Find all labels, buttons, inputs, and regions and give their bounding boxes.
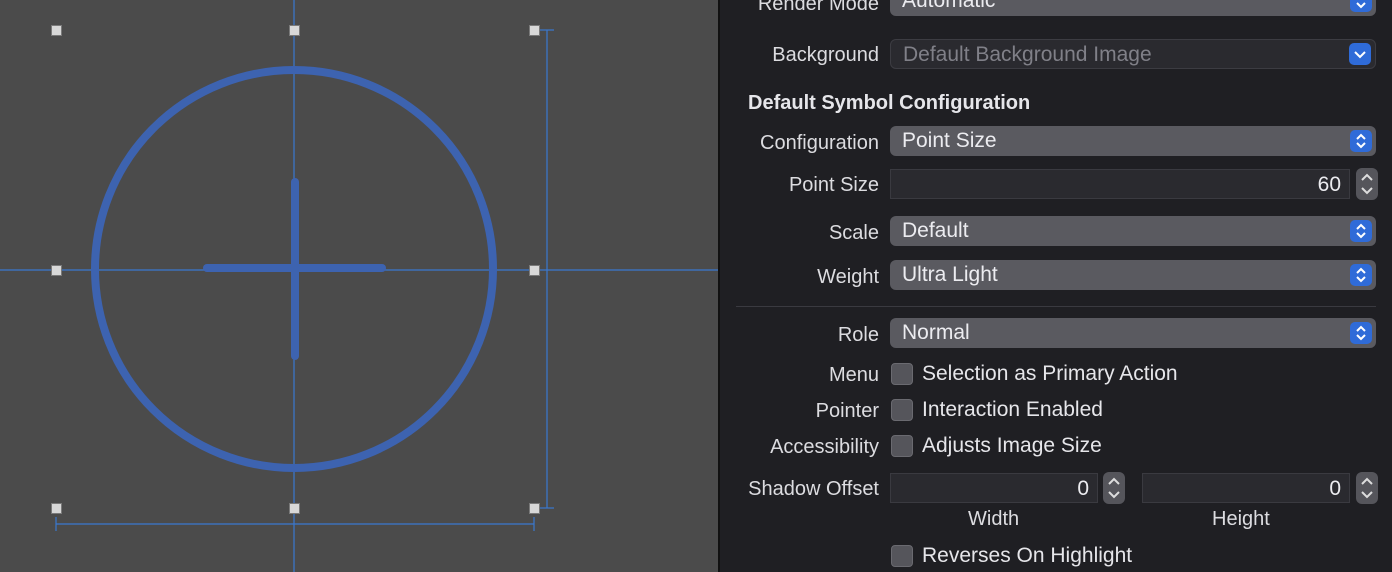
chevron-updown-icon <box>1350 322 1372 344</box>
scale-value: Default <box>902 219 969 242</box>
accessibility-label: Accessibility <box>770 436 879 458</box>
resize-handle-right[interactable] <box>529 265 540 276</box>
shadow-width-value: 0 <box>1077 477 1089 500</box>
resize-handle-bottom-left[interactable] <box>51 503 62 514</box>
chevron-updown-icon <box>1350 0 1372 12</box>
background-label: Background <box>772 44 879 66</box>
accessibility-checkbox-label[interactable]: Adjusts Image Size <box>922 434 1102 458</box>
point-size-label: Point Size <box>788 174 879 196</box>
separator <box>736 306 1376 307</box>
shadow-offset-label: Shadow Offset <box>748 478 879 500</box>
reverses-checkbox-label[interactable]: Reverses On Highlight <box>922 544 1132 568</box>
point-size-value: 60 <box>1317 173 1341 196</box>
shadow-width-caption: Width <box>968 508 1020 530</box>
shadow-height-field[interactable]: 0 <box>1142 473 1350 503</box>
role-value: Normal <box>902 321 970 344</box>
weight-popup[interactable]: Ultra Light <box>890 260 1376 290</box>
background-placeholder: Default Background Image <box>903 43 1152 66</box>
weight-label: Weight <box>817 266 879 288</box>
configuration-label: Configuration <box>760 132 879 154</box>
background-combo[interactable]: Default Background Image <box>890 39 1376 69</box>
resize-handle-bottom[interactable] <box>289 503 300 514</box>
attributes-inspector: Render Mode Automatic Background Default… <box>720 0 1392 572</box>
render-mode-label: Render Mode <box>757 0 879 15</box>
chevron-updown-icon <box>1350 220 1372 242</box>
accessibility-checkbox[interactable] <box>891 435 913 457</box>
pointer-checkbox[interactable] <box>891 399 913 421</box>
resize-handle-top-left[interactable] <box>51 25 62 36</box>
scale-popup[interactable]: Default <box>890 216 1376 246</box>
pointer-checkbox-label[interactable]: Interaction Enabled <box>922 398 1103 422</box>
section-title: Default Symbol Configuration <box>748 92 1031 114</box>
scale-label: Scale <box>828 222 879 244</box>
height-dimension-bracket <box>540 29 554 509</box>
configuration-value: Point Size <box>902 129 997 152</box>
role-label: Role <box>837 324 879 346</box>
menu-label: Menu <box>828 364 879 386</box>
shadow-height-value: 0 <box>1329 477 1341 500</box>
shadow-width-field[interactable]: 0 <box>890 473 1098 503</box>
chevron-updown-icon <box>1350 264 1372 286</box>
chevron-updown-icon <box>1350 130 1372 152</box>
point-size-stepper[interactable] <box>1356 168 1378 200</box>
menu-checkbox-label[interactable]: Selection as Primary Action <box>922 362 1178 386</box>
render-mode-value: Automatic <box>902 0 996 12</box>
resize-handle-top[interactable] <box>289 25 300 36</box>
weight-value: Ultra Light <box>902 263 998 286</box>
pointer-label: Pointer <box>815 400 879 422</box>
canvas-editor[interactable] <box>0 0 718 572</box>
symbol-preview <box>0 0 718 572</box>
shadow-width-stepper[interactable] <box>1103 472 1125 504</box>
chevron-down-icon[interactable] <box>1349 43 1371 65</box>
shadow-height-caption: Height <box>1212 508 1270 530</box>
menu-checkbox[interactable] <box>891 363 913 385</box>
configuration-popup[interactable]: Point Size <box>890 126 1376 156</box>
shadow-height-stepper[interactable] <box>1356 472 1378 504</box>
resize-handle-bottom-right[interactable] <box>529 503 540 514</box>
render-mode-popup[interactable]: Automatic <box>890 0 1376 16</box>
resize-handle-top-right[interactable] <box>529 25 540 36</box>
reverses-checkbox[interactable] <box>891 545 913 567</box>
width-dimension-bracket <box>55 517 535 531</box>
point-size-field[interactable]: 60 <box>890 169 1350 199</box>
resize-handle-left[interactable] <box>51 265 62 276</box>
role-popup[interactable]: Normal <box>890 318 1376 348</box>
